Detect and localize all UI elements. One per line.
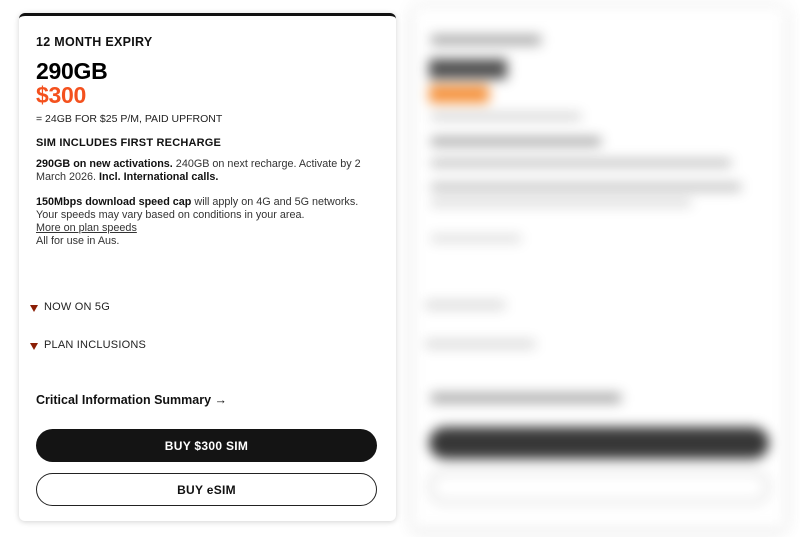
- plan-per-month: = 24GB FOR $25 P/M, PAID UPFRONT: [36, 113, 223, 125]
- blurred-text: [431, 159, 731, 167]
- accordion-now-on-5g[interactable]: NOW ON 5G: [30, 301, 110, 313]
- blurred-text: [425, 340, 535, 348]
- plan-price: $300: [36, 82, 86, 108]
- activation-bold: 290GB on new activations.: [36, 158, 173, 170]
- accordion-plan-inclusions[interactable]: PLAN INCLUSIONS: [30, 339, 146, 351]
- blurred-text: [431, 235, 521, 242]
- blurred-text: [431, 393, 621, 403]
- aus-text: All for use in Aus.: [36, 235, 120, 247]
- blurred-text: [431, 199, 691, 206]
- international-bold: Incl. International calls.: [99, 171, 219, 183]
- blurred-button: [429, 427, 769, 459]
- triangle-down-icon: [30, 304, 38, 312]
- buy-sim-button[interactable]: BUY $300 SIM: [36, 429, 377, 462]
- blurred-text: [431, 35, 541, 45]
- accordion-inclusions-label: PLAN INCLUSIONS: [44, 339, 147, 351]
- activation-paragraph: 290GB on new activations. 240GB on next …: [36, 158, 376, 184]
- blurred-text: [431, 183, 741, 191]
- blurred-text: [431, 137, 601, 146]
- blurred-text: [429, 59, 507, 79]
- blurred-button: [429, 471, 769, 503]
- triangle-down-icon: [30, 342, 38, 350]
- blurred-text: [431, 113, 581, 120]
- plan-card: 12 MONTH EXPIRY 290GB $300 = 24GB FOR $2…: [19, 13, 396, 521]
- sim-includes-heading: SIM INCLUDES FIRST RECHARGE: [36, 137, 222, 149]
- plan-speeds-link[interactable]: More on plan speeds: [36, 222, 137, 234]
- speed-paragraph: 150Mbps download speed cap will apply on…: [36, 196, 376, 248]
- critical-information-summary-link[interactable]: Critical Information Summary →: [36, 393, 227, 407]
- blurred-plan-card: [413, 7, 785, 529]
- buy-esim-button[interactable]: BUY eSIM: [36, 473, 377, 506]
- plan-expiry: 12 MONTH EXPIRY: [36, 35, 153, 49]
- plan-data-amount: 290GB: [36, 58, 108, 84]
- accordion-5g-label: NOW ON 5G: [44, 301, 110, 313]
- blurred-text: [425, 301, 505, 309]
- speed-bold: 150Mbps download speed cap: [36, 196, 192, 208]
- blurred-text: [429, 85, 489, 103]
